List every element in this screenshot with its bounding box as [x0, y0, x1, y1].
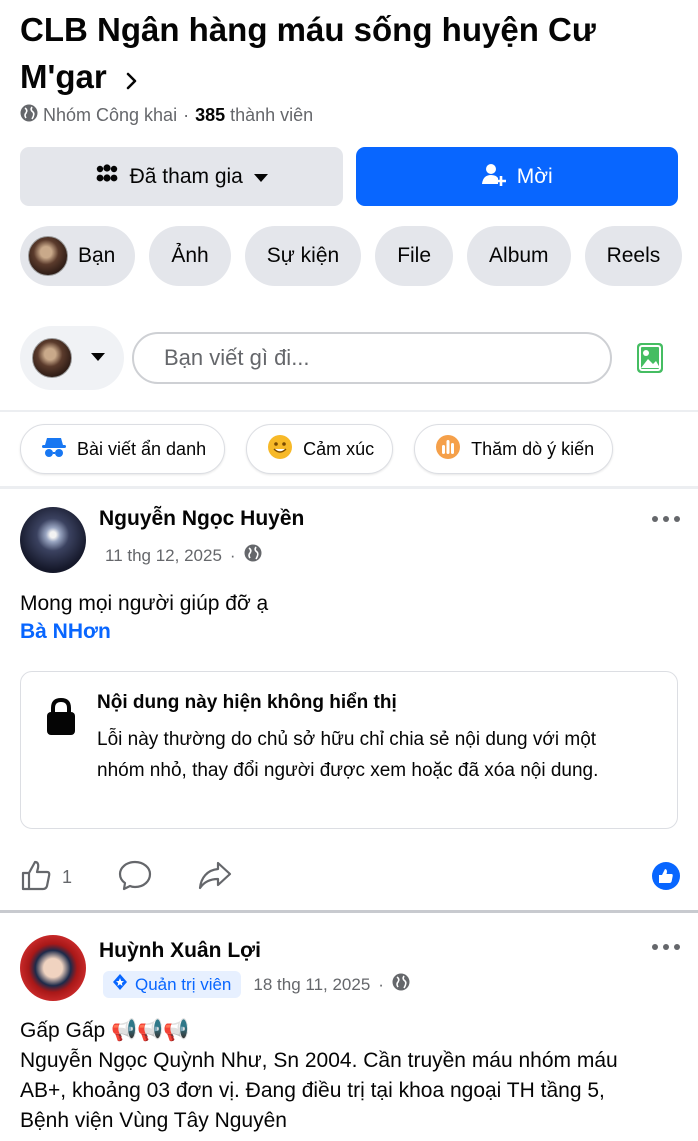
smiley-icon: [267, 434, 293, 465]
chip-events[interactable]: Sự kiện: [244, 226, 362, 286]
avatar: [32, 338, 72, 378]
comment-button[interactable]: [118, 859, 152, 896]
chip-label: Ảnh: [171, 244, 209, 267]
separator-dot: ·: [229, 545, 236, 565]
post-author[interactable]: Huỳnh Xuân Lợi: [99, 939, 261, 963]
chip-reels[interactable]: Reels: [584, 226, 683, 286]
poll-button[interactable]: Thăm dò ý kiến: [414, 424, 614, 474]
group-tabs: Bạn Ảnh Sự kiện File Album Reels: [20, 226, 683, 286]
avatar[interactable]: [20, 507, 86, 573]
admin-shield-icon: [111, 973, 129, 996]
member-label: thành viên: [230, 104, 314, 125]
chip-photos[interactable]: Ảnh: [149, 226, 231, 286]
post-actions: 1: [20, 855, 680, 899]
globe-icon: [392, 973, 410, 996]
section-divider: [0, 910, 698, 913]
group-title-text: CLB Ngân hàng máu sống huyện Cư M'gar: [20, 11, 596, 95]
group-members-icon: [94, 163, 120, 191]
photo-icon[interactable]: [636, 342, 664, 379]
anonymous-label: Bài viết ẩn danh: [77, 438, 207, 459]
chip-label: Bạn: [78, 244, 116, 267]
post-meta: 11 thg 12, 2025 ·: [105, 544, 262, 567]
separator-dot: ·: [183, 104, 190, 125]
like-button[interactable]: 1: [20, 859, 72, 896]
avatar[interactable]: [20, 935, 86, 1001]
feeling-button[interactable]: Cảm xúc: [246, 424, 394, 474]
section-divider: [0, 486, 698, 489]
post-text-body: Nguyễn Ngọc Quỳnh Như, Sn 2004. Cần truy…: [20, 1049, 618, 1132]
poll-icon: [435, 434, 461, 465]
post-date[interactable]: 18 thg 11, 2025: [253, 975, 370, 995]
lock-icon: [45, 697, 77, 742]
thumbs-up-icon: [20, 859, 52, 896]
globe-icon: [20, 104, 38, 127]
privacy-label: Nhóm Công khai: [43, 104, 178, 125]
like-count: 1: [62, 866, 73, 887]
invite-button[interactable]: Mời: [355, 147, 678, 206]
group-title[interactable]: CLB Ngân hàng máu sống huyện Cư M'gar: [20, 6, 660, 103]
member-count: 385: [195, 104, 226, 125]
unavailable-content-card: Nội dung này hiện không hiển thị Lỗi này…: [20, 671, 678, 829]
chevron-right-icon: [126, 56, 138, 103]
more-options-icon[interactable]: [652, 516, 680, 522]
admin-badge[interactable]: Quản trị viên: [103, 971, 242, 998]
post-author[interactable]: Nguyễn Ngọc Huyền: [99, 507, 304, 531]
share-button[interactable]: [198, 859, 232, 896]
chip-label: Album: [489, 244, 549, 267]
profile-switcher[interactable]: [20, 326, 124, 390]
more-options-icon[interactable]: [652, 944, 680, 950]
comment-icon: [118, 859, 152, 896]
chip-files[interactable]: File: [375, 226, 454, 286]
like-reaction-icon[interactable]: [652, 862, 680, 890]
incognito-icon: [41, 436, 67, 463]
joined-button[interactable]: Đã tham gia: [20, 147, 343, 206]
group-action-buttons: Đã tham gia Mời: [20, 147, 678, 206]
post-composer: Bạn viết gì đi...: [20, 326, 678, 392]
post-text: Mong mọi người giúp đỡ ạ: [20, 592, 269, 615]
separator-dot: ·: [378, 974, 384, 994]
group-meta: Nhóm Công khai · 385 thành viên: [20, 102, 313, 128]
poll-label: Thăm dò ý kiến: [471, 438, 595, 459]
unavailable-body: Lỗi này thường do chủ sở hữu chỉ chia sẻ…: [97, 729, 599, 781]
section-divider: [0, 410, 698, 412]
avatar: [28, 236, 68, 276]
unavailable-title: Nội dung này hiện không hiển thị: [97, 692, 397, 713]
feeling-label: Cảm xúc: [303, 438, 375, 459]
caret-down-icon: [90, 349, 106, 367]
post-date[interactable]: 11 thg 12, 2025: [105, 546, 222, 566]
composer-placeholder: Bạn viết gì đi...: [164, 345, 310, 370]
anonymous-post-button[interactable]: Bài viết ẩn danh: [20, 424, 226, 474]
chip-label: Reels: [606, 244, 661, 267]
chip-label: Sự kiện: [266, 244, 340, 267]
add-person-icon: [481, 161, 507, 193]
tagged-person-link[interactable]: Bà NHơn: [20, 620, 111, 644]
chip-album[interactable]: Album: [467, 226, 571, 286]
composer-input[interactable]: Bạn viết gì đi...: [132, 332, 612, 384]
admin-role: Quản trị viên: [135, 974, 232, 994]
caret-down-icon: [253, 165, 269, 189]
share-icon: [198, 859, 232, 896]
quick-actions: Bài viết ẩn danh Cảm xúc Thăm dò ý kiến: [20, 424, 614, 474]
post-meta: Quản trị viên 18 thg 11, 2025 ·: [103, 971, 410, 998]
globe-icon: [244, 544, 262, 567]
invite-label: Mời: [516, 164, 553, 188]
joined-label: Đã tham gia: [129, 164, 243, 188]
post-text-line: Gấp Gấp 📢📢📢: [20, 1019, 190, 1042]
chip-label: File: [397, 244, 432, 267]
chip-friends[interactable]: Bạn: [20, 226, 136, 286]
